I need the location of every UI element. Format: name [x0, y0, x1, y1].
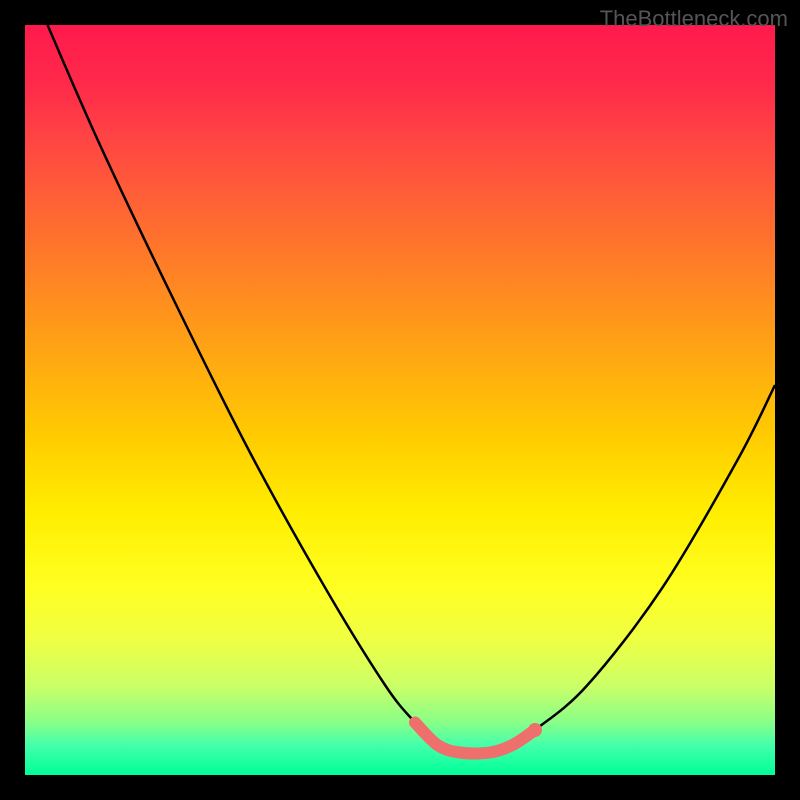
chart-area: [25, 25, 775, 775]
watermark-text: TheBottleneck.com: [600, 6, 788, 32]
bottleneck-curve-path: [48, 25, 776, 753]
curve-svg: [25, 25, 775, 775]
highlight-end-dot: [528, 723, 542, 737]
optimal-range-highlight: [415, 723, 535, 754]
